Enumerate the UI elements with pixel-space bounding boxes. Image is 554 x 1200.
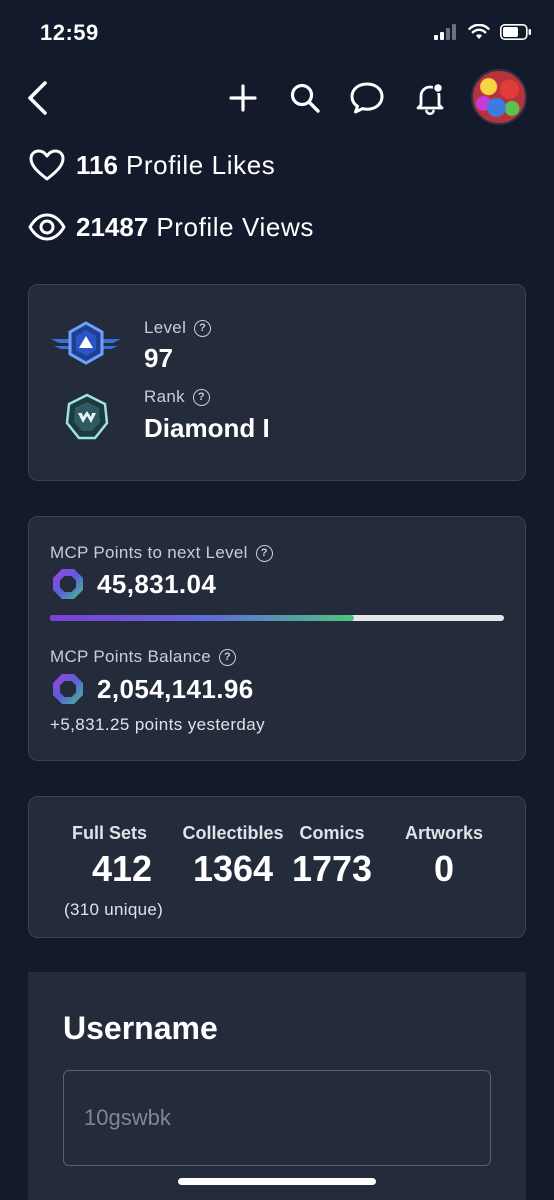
artworks-column[interactable]: Artworks 0 xyxy=(394,823,494,890)
level-label-text: Level xyxy=(144,318,187,337)
points-to-next-row: 45,831.04 xyxy=(51,567,216,601)
home-indicator[interactable] xyxy=(178,1178,376,1185)
level-progress-fill xyxy=(50,615,355,621)
level-progress-bar xyxy=(50,615,504,621)
add-button[interactable] xyxy=(223,78,263,118)
comics-label: Comics xyxy=(299,823,365,843)
username-section: Username 10gswbk xyxy=(28,972,526,1200)
profile-likes-label: Profile Likes xyxy=(125,149,276,180)
top-nav-bar xyxy=(0,66,554,130)
collectibles-label: Collectibles xyxy=(182,823,284,843)
cellular-signal-icon xyxy=(434,24,458,45)
profile-screen: 12:59 116 Profile Likes 21487 Profile Vi… xyxy=(0,0,554,1200)
profile-views-row: 21487 Profile Views xyxy=(28,207,314,247)
avatar[interactable] xyxy=(471,69,527,125)
rank-diamond-badge-icon xyxy=(63,393,111,441)
status-time: 12:59 xyxy=(40,20,99,45)
level-help-icon[interactable]: ? xyxy=(194,319,212,337)
points-to-next-value: 45,831.04 xyxy=(97,568,217,599)
unique-sets-text: (310 unique) xyxy=(64,900,164,919)
plus-icon xyxy=(229,84,257,112)
mcp-points-card: MCP Points to next Level ? 45,831.04 MCP… xyxy=(28,516,526,761)
status-bar: 12:59 xyxy=(0,0,554,66)
level-value: 97 xyxy=(144,343,173,373)
collectibles-value: 1364 xyxy=(192,848,274,889)
username-input-value: 10gswbk xyxy=(84,1105,171,1130)
points-balance-help-icon[interactable]: ? xyxy=(219,648,236,666)
notifications-button[interactable] xyxy=(410,78,450,118)
level-label: Level ? xyxy=(144,318,212,338)
messages-button[interactable] xyxy=(347,78,387,118)
heart-icon xyxy=(28,147,68,183)
notification-bell-icon xyxy=(416,82,444,115)
profile-likes-count: 116 xyxy=(76,149,118,180)
artworks-label: Artworks xyxy=(404,823,484,843)
eye-icon xyxy=(28,209,68,245)
rank-label-text: Rank xyxy=(144,387,185,406)
rank-label: Rank ? xyxy=(144,387,210,407)
profile-views-label: Profile Views xyxy=(156,211,314,242)
status-icons xyxy=(434,23,532,45)
profile-likes-row: 116 Profile Likes xyxy=(28,145,275,185)
level-rank-card: Level ? 97 Rank ? Diamond I xyxy=(28,284,526,481)
points-to-next-level-label-text: MCP Points to next Level xyxy=(50,543,248,562)
full-sets-label: Full Sets xyxy=(71,823,147,843)
points-balance-label: MCP Points Balance ? xyxy=(50,647,236,667)
search-button[interactable] xyxy=(285,78,325,118)
search-icon xyxy=(290,83,320,113)
points-to-next-level-label: MCP Points to next Level ? xyxy=(50,543,273,563)
chat-bubble-icon xyxy=(350,82,384,114)
comics-value: 1773 xyxy=(291,848,373,889)
artworks-value: 0 xyxy=(433,848,455,889)
collection-stats-card: Full Sets 412 Collectibles 1364 Comics 1… xyxy=(28,796,526,938)
points-balance-value: 2,054,141.96 xyxy=(97,673,254,704)
mcp-points-icon xyxy=(53,674,83,704)
full-sets-value: 412 xyxy=(91,848,153,889)
username-input[interactable]: 10gswbk xyxy=(63,1070,491,1166)
rank-value: Diamond I xyxy=(144,413,270,443)
username-title: Username xyxy=(63,1010,218,1046)
comics-column[interactable]: Comics 1773 xyxy=(291,823,373,890)
mcp-points-icon xyxy=(53,569,83,599)
points-balance-label-text: MCP Points Balance xyxy=(50,647,211,666)
full-sets-column[interactable]: Full Sets 412 xyxy=(57,823,162,890)
collectibles-column[interactable]: Collectibles 1364 xyxy=(173,823,293,890)
level-badge-icon xyxy=(49,321,123,367)
back-button[interactable] xyxy=(20,78,54,118)
back-chevron-icon xyxy=(28,81,47,115)
points-balance-row: 2,054,141.96 xyxy=(51,672,254,706)
points-yesterday-text: +5,831.25 points yesterday xyxy=(50,715,266,734)
battery-icon xyxy=(500,24,532,45)
points-to-next-help-icon[interactable]: ? xyxy=(255,544,273,562)
wifi-icon xyxy=(468,23,490,45)
rank-help-icon[interactable]: ? xyxy=(192,388,210,406)
profile-views-count: 21487 xyxy=(76,211,149,242)
